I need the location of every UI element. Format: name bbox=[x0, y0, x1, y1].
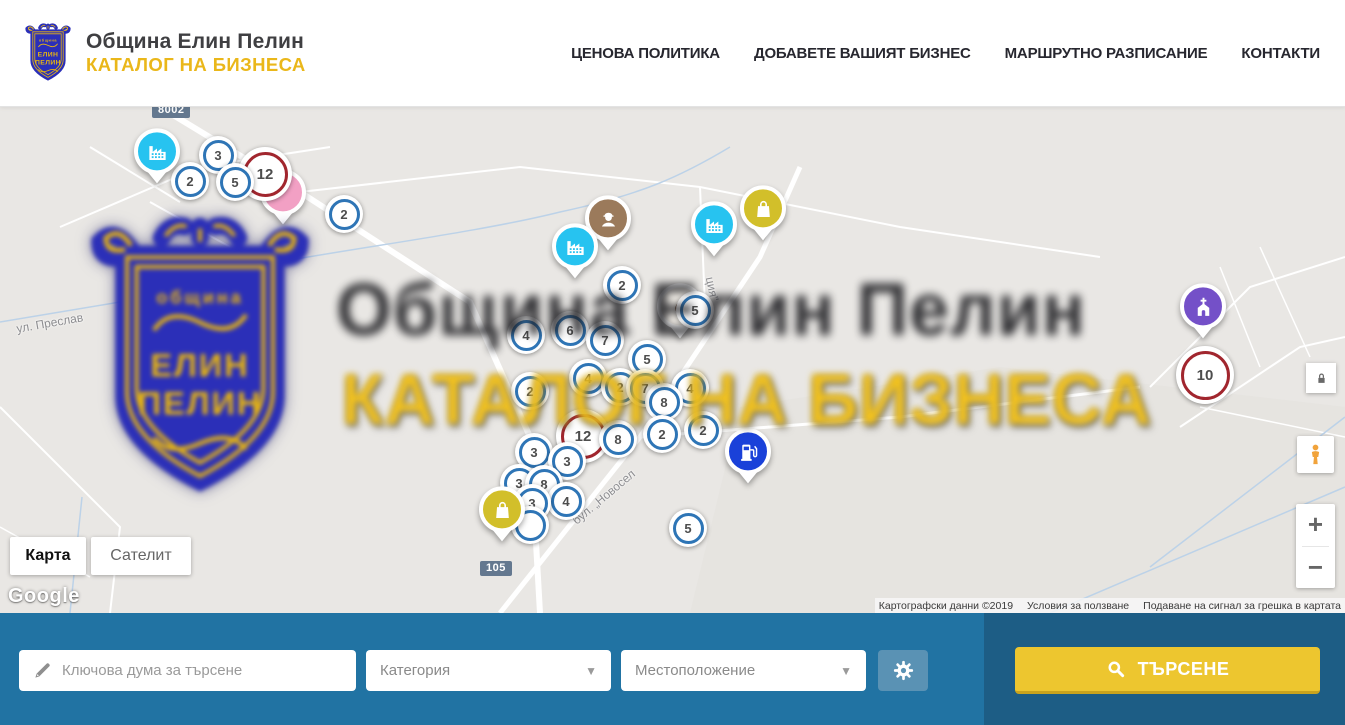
shopping-marker[interactable] bbox=[479, 486, 525, 532]
map-type-control: Карта Сателит bbox=[10, 537, 191, 575]
search-icon bbox=[1106, 659, 1126, 679]
site-logo[interactable]: Община Елин Пелин КАТАЛОГ НА БИЗНЕСА bbox=[24, 23, 306, 83]
factory-icon bbox=[552, 223, 598, 269]
cluster-marker[interactable]: 7 bbox=[586, 321, 624, 359]
gear-icon bbox=[892, 659, 915, 682]
church-icon bbox=[1180, 283, 1226, 329]
nav-item-pricing[interactable]: ЦЕНОВА ПОЛИТИКА bbox=[571, 45, 720, 62]
page: Община Елин Пелин КАТАЛОГ НА БИЗНЕСА ЦЕН… bbox=[0, 0, 1345, 725]
keyword-field-wrap bbox=[19, 650, 356, 691]
zoom-control: + − bbox=[1296, 504, 1335, 588]
google-logo[interactable]: Google bbox=[8, 585, 80, 608]
lock-control-button[interactable] bbox=[1306, 363, 1336, 393]
shopping-marker[interactable] bbox=[740, 185, 786, 231]
advanced-settings-button[interactable] bbox=[878, 650, 928, 691]
header: Община Елин Пелин КАТАЛОГ НА БИЗНЕСА ЦЕН… bbox=[0, 0, 1345, 107]
cluster-marker[interactable]: 2 bbox=[684, 411, 722, 449]
cluster-marker[interactable]: 4 bbox=[547, 482, 585, 520]
nav-item-add-business[interactable]: ДОБАВЕТЕ ВАШИЯТ БИЗНЕС bbox=[754, 45, 971, 62]
cluster-marker[interactable]: 6 bbox=[551, 311, 589, 349]
industry-marker[interactable] bbox=[552, 223, 598, 269]
attribution-report-link[interactable]: Подаване на сигнал за грешка в картата bbox=[1143, 600, 1341, 612]
main-nav: ЦЕНОВА ПОЛИТИКА ДОБАВЕТЕ ВАШИЯТ БИЗНЕС М… bbox=[571, 45, 1320, 62]
cluster-marker[interactable]: 5 bbox=[216, 163, 254, 201]
zoom-in-button[interactable]: + bbox=[1296, 504, 1335, 546]
search-bar: Категория ▼ Местоположение ▼ bbox=[0, 613, 1345, 725]
nav-item-route-schedule[interactable]: МАРШРУТНО РАЗПИСАНИЕ bbox=[1005, 45, 1208, 62]
search-button-label: ТЪРСЕНЕ bbox=[1138, 659, 1230, 680]
factory-icon bbox=[691, 201, 737, 247]
pencil-icon bbox=[33, 661, 52, 680]
road-badge: 105 bbox=[480, 561, 512, 576]
street-view-pegman-button[interactable] bbox=[1297, 436, 1334, 473]
chevron-down-icon: ▼ bbox=[585, 664, 597, 678]
cluster-marker[interactable]: 5 bbox=[676, 291, 714, 329]
lock-icon bbox=[1314, 371, 1329, 386]
bag-icon bbox=[740, 185, 786, 231]
cluster-marker[interactable]: 2 bbox=[603, 266, 641, 304]
attribution-copyright: Картографски данни ©2019 bbox=[879, 600, 1013, 612]
category-select[interactable]: Категория ▼ bbox=[366, 650, 611, 691]
location-select-value: Местоположение bbox=[635, 662, 755, 679]
pegman-icon bbox=[1304, 443, 1327, 466]
cluster-marker[interactable]: 2 bbox=[643, 415, 681, 453]
cluster-marker[interactable]: 4 bbox=[507, 316, 545, 354]
map-type-map-button[interactable]: Карта bbox=[10, 537, 86, 575]
nav-item-contacts[interactable]: КОНТАКТИ bbox=[1241, 45, 1320, 62]
location-select[interactable]: Местоположение ▼ bbox=[621, 650, 866, 691]
industry-marker[interactable] bbox=[691, 201, 737, 247]
municipality-coat-of-arms-icon bbox=[24, 23, 72, 83]
cluster-marker[interactable]: 8 bbox=[599, 420, 637, 458]
keyword-search-input[interactable] bbox=[62, 650, 356, 691]
search-submit-button[interactable]: ТЪРСЕНЕ bbox=[1015, 647, 1320, 694]
cluster-marker[interactable]: 2 bbox=[511, 372, 549, 410]
zoom-out-button[interactable]: − bbox=[1296, 547, 1335, 589]
fuel-icon bbox=[725, 428, 771, 474]
site-title: Община Елин Пелин bbox=[86, 30, 306, 54]
category-select-value: Категория bbox=[380, 662, 450, 679]
cluster-marker[interactable]: 5 bbox=[669, 509, 707, 547]
map-type-satellite-button[interactable]: Сателит bbox=[91, 537, 191, 575]
site-subtitle: КАТАЛОГ НА БИЗНЕСА bbox=[86, 54, 306, 75]
map-canvas[interactable]: 8002105ул. Преславбул. „Новоселция"31225… bbox=[0, 107, 1345, 613]
cluster-marker[interactable]: 2 bbox=[325, 195, 363, 233]
industry-marker[interactable] bbox=[134, 128, 180, 174]
map-attribution: Картографски данни ©2019 Условия за полз… bbox=[875, 598, 1345, 613]
church-marker[interactable] bbox=[1180, 283, 1226, 329]
bag-icon bbox=[479, 486, 525, 532]
factory-icon bbox=[134, 128, 180, 174]
attribution-terms-link[interactable]: Условия за ползване bbox=[1027, 600, 1129, 612]
chevron-down-icon: ▼ bbox=[840, 664, 852, 678]
fuel-marker[interactable] bbox=[725, 428, 771, 474]
road-badge: 8002 bbox=[152, 107, 190, 118]
cluster-marker[interactable]: 10 bbox=[1176, 346, 1234, 404]
